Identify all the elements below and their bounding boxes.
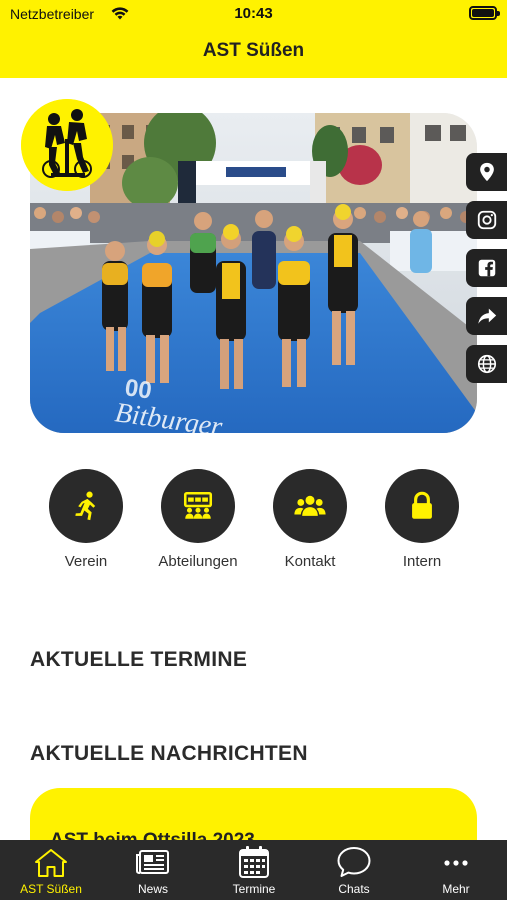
home-icon bbox=[35, 849, 67, 877]
quick-link-verein[interactable]: Verein bbox=[31, 469, 141, 570]
quick-link-abteilungen[interactable]: Abteilungen bbox=[143, 469, 253, 570]
section-title-news: AKTUELLE NACHRICHTEN bbox=[30, 742, 308, 765]
quick-link-label: Abteilungen bbox=[158, 553, 238, 570]
instagram-button[interactable] bbox=[466, 201, 507, 239]
quick-link-label: Intern bbox=[402, 553, 442, 570]
page-title: AST Süßen bbox=[202, 40, 305, 61]
section-title-events: AKTUELLE TERMINE bbox=[30, 648, 248, 671]
cyclists-logo-icon bbox=[21, 99, 113, 191]
location-button[interactable] bbox=[466, 153, 507, 191]
tab-label: Termine bbox=[232, 882, 276, 896]
newspaper-icon bbox=[136, 850, 169, 874]
quick-link-label: Verein bbox=[64, 553, 108, 570]
lock-icon bbox=[412, 491, 432, 519]
tab-bar: AST Süßen News Termine Chats Mehr bbox=[0, 840, 507, 900]
quick-link-kontakt[interactable]: Kontakt bbox=[255, 469, 365, 570]
globe-icon bbox=[477, 354, 496, 374]
more-icon bbox=[444, 860, 468, 866]
clock: 10:43 bbox=[234, 5, 273, 22]
tab-label: Mehr bbox=[442, 882, 470, 896]
chat-icon bbox=[337, 847, 371, 877]
group-icon bbox=[294, 495, 326, 516]
tab-label: AST Süßen bbox=[20, 882, 82, 896]
share-button[interactable] bbox=[466, 297, 507, 335]
quick-link-circle bbox=[385, 469, 459, 543]
tab-news[interactable]: News bbox=[103, 840, 203, 900]
website-button[interactable] bbox=[466, 345, 507, 383]
tab-label: Chats bbox=[338, 882, 370, 896]
departments-icon bbox=[183, 491, 213, 519]
navigation-bar: AST Süßen bbox=[0, 28, 507, 78]
tab-termine[interactable]: Termine bbox=[204, 840, 304, 900]
status-bar: Netzbetreiber 10:43 bbox=[0, 0, 507, 28]
map-pin-icon bbox=[479, 162, 494, 182]
quick-link-intern[interactable]: Intern bbox=[367, 469, 477, 570]
tab-ast-suessen[interactable]: AST Süßen bbox=[1, 840, 101, 900]
tab-chats[interactable]: Chats bbox=[304, 840, 404, 900]
hero-banner-number: 00 bbox=[123, 374, 153, 404]
calendar-icon bbox=[239, 846, 269, 878]
quick-link-circle bbox=[161, 469, 235, 543]
tab-label: News bbox=[137, 882, 168, 896]
quick-link-label: Kontakt bbox=[284, 553, 336, 570]
quick-link-circle bbox=[49, 469, 123, 543]
facebook-button[interactable] bbox=[466, 249, 507, 287]
quick-link-circle bbox=[273, 469, 347, 543]
runner-icon bbox=[75, 491, 96, 521]
battery-icon bbox=[469, 6, 500, 20]
facebook-icon bbox=[478, 259, 495, 277]
club-logo bbox=[21, 99, 113, 191]
tab-mehr[interactable]: Mehr bbox=[406, 840, 506, 900]
instagram-icon bbox=[477, 210, 496, 230]
share-icon bbox=[477, 308, 496, 324]
